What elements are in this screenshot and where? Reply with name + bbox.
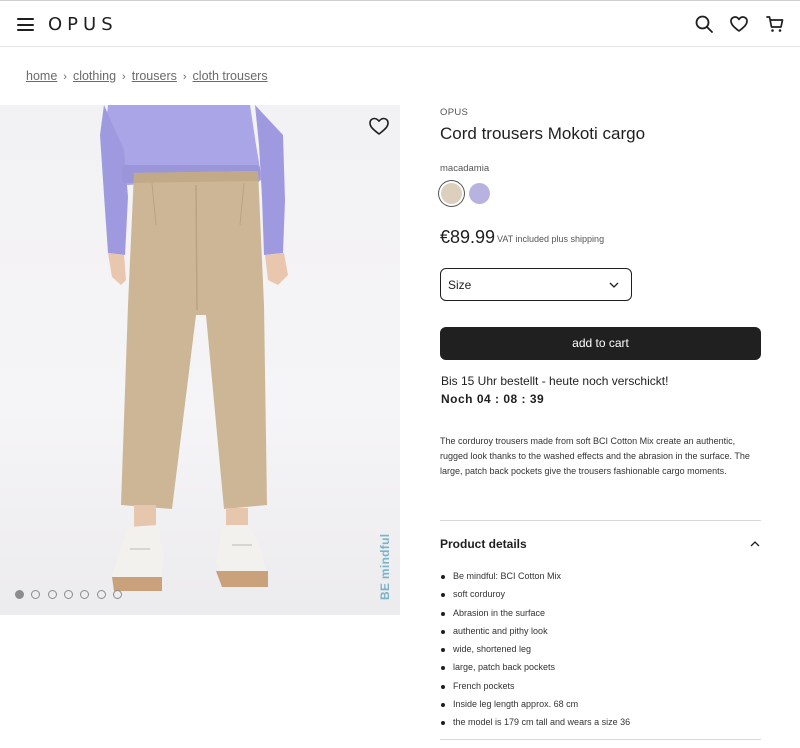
product-detail-item: the model is 179 cm tall and wears a siz… bbox=[440, 713, 760, 731]
breadcrumb-separator: › bbox=[182, 71, 187, 83]
breadcrumb-cloth-trousers[interactable]: cloth trousers bbox=[193, 69, 268, 83]
product-brand[interactable]: OPUS bbox=[440, 107, 468, 118]
color-swatch-macadamia[interactable] bbox=[441, 183, 462, 204]
cart-icon[interactable] bbox=[765, 14, 785, 34]
selected-color-name: macadamia bbox=[440, 163, 490, 174]
gallery-dot[interactable] bbox=[15, 590, 24, 599]
wishlist-heart-icon[interactable] bbox=[368, 116, 390, 136]
product-detail-item: large, patch back pockets bbox=[440, 658, 760, 676]
product-image-gallery[interactable] bbox=[0, 105, 400, 615]
product-detail-item: Be mindful: BCI Cotton Mix bbox=[440, 567, 760, 585]
gallery-dot[interactable] bbox=[96, 590, 106, 599]
shipping-countdown: Noch 04 : 08 : 39 bbox=[441, 392, 545, 406]
product-detail-item: wide, shortened leg bbox=[440, 640, 760, 658]
product-details-heading[interactable]: Product details bbox=[440, 537, 527, 551]
price-note: VAT included plus shipping bbox=[497, 234, 605, 244]
gallery-dot[interactable] bbox=[47, 590, 57, 599]
product-detail-item: soft corduroy bbox=[440, 585, 760, 603]
heart-icon[interactable] bbox=[729, 14, 749, 34]
breadcrumb-trousers[interactable]: trousers bbox=[132, 69, 177, 83]
divider bbox=[440, 520, 761, 521]
breadcrumb: home › clothing › trousers › cloth trousers bbox=[26, 69, 268, 83]
breadcrumb-home[interactable]: home bbox=[26, 69, 57, 83]
breadcrumb-clothing[interactable]: clothing bbox=[73, 69, 116, 83]
chevron-up-icon[interactable] bbox=[750, 539, 760, 549]
shipping-note: Bis 15 Uhr bestellt - heute noch verschi… bbox=[441, 374, 669, 388]
be-mindful-label: BE mindful bbox=[378, 533, 392, 600]
color-swatch-lavender[interactable] bbox=[469, 183, 490, 204]
site-logo[interactable]: OPUS bbox=[48, 14, 118, 35]
breadcrumb-separator: › bbox=[122, 71, 126, 83]
menu-icon[interactable] bbox=[17, 18, 34, 31]
search-icon[interactable] bbox=[694, 14, 714, 34]
size-select[interactable]: Size bbox=[440, 268, 632, 301]
add-to-cart-button[interactable]: add to cart bbox=[440, 327, 761, 360]
breadcrumb-separator: › bbox=[63, 71, 67, 83]
size-select-label: Size bbox=[448, 278, 472, 292]
site-header: OPUS bbox=[0, 0, 800, 47]
product-image bbox=[100, 105, 288, 591]
be-mindful-badge: BE mindful bbox=[366, 534, 402, 600]
chevron-down-icon bbox=[609, 282, 619, 288]
product-detail-item: Abrasion in the surface bbox=[440, 604, 760, 622]
product-title: Cord trousers Mokoti cargo bbox=[440, 124, 646, 143]
product-detail-item: authentic and pithy look bbox=[440, 622, 760, 640]
divider bbox=[440, 739, 761, 740]
product-details-list: Be mindful: BCI Cotton Mix soft corduroy A… bbox=[440, 567, 760, 732]
product-detail-item: French pockets bbox=[440, 677, 760, 695]
product-description: The corduroy trousers made from soft BCI… bbox=[440, 436, 750, 476]
product-price: €89.99 bbox=[440, 227, 496, 247]
gallery-dot[interactable] bbox=[63, 590, 73, 599]
product-detail-item: Inside leg length approx. 68 cm bbox=[440, 695, 760, 713]
gallery-dot[interactable] bbox=[112, 590, 122, 599]
